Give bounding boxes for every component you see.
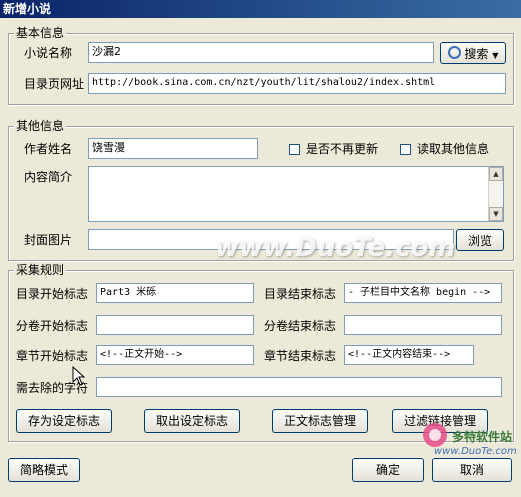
chapter-end-label: 章节结束标志 [264, 349, 337, 363]
search-icon [447, 46, 461, 59]
intro-scrollbar[interactable]: ▲ ▼ [488, 167, 503, 221]
cover-label: 封面图片 [24, 233, 73, 247]
rules-legend: 采集规则 [14, 263, 67, 277]
other-info-legend: 其他信息 [14, 119, 67, 133]
cancel-button[interactable]: 取消 [432, 458, 512, 482]
simple-mode-button[interactable]: 简略模式 [8, 458, 80, 482]
duote-logo-url: www.DuoTe.com [434, 446, 517, 457]
novel-name-label: 小说名称 [24, 46, 73, 60]
filter-links-button[interactable]: 过滤链接管理 [392, 409, 488, 433]
novel-name-input[interactable]: 沙漏2 [88, 42, 434, 63]
search-button[interactable]: 搜索 ▼ [440, 42, 506, 64]
toc-end-label: 目录结束标志 [264, 287, 337, 301]
read-other-label: 读取其他信息 [417, 142, 490, 156]
volume-end-input[interactable] [344, 315, 502, 335]
search-button-label: 搜索 [464, 47, 489, 61]
chevron-down-icon: ▼ [492, 51, 499, 60]
volume-start-label: 分卷开始标志 [16, 319, 89, 333]
ok-button[interactable]: 确定 [352, 458, 424, 482]
scroll-up-icon[interactable]: ▲ [489, 167, 503, 181]
author-input[interactable]: 饶雪漫 [88, 138, 258, 159]
manage-marks-button[interactable]: 正文标志管理 [272, 409, 368, 433]
remove-chars-input[interactable] [96, 377, 502, 397]
intro-textarea[interactable]: ▲ ▼ [88, 166, 504, 222]
browse-button[interactable]: 浏览 [456, 229, 504, 251]
volume-start-input[interactable] [96, 315, 254, 335]
url-label: 目录页网址 [24, 77, 85, 91]
cover-input[interactable] [88, 229, 454, 250]
mouse-cursor-icon [72, 366, 86, 386]
read-other-checkbox[interactable] [400, 144, 411, 155]
intro-label: 内容简介 [24, 170, 73, 184]
save-marks-button[interactable]: 存为设定标志 [16, 409, 112, 433]
scroll-down-icon[interactable]: ▼ [489, 207, 503, 221]
load-marks-button[interactable]: 取出设定标志 [144, 409, 240, 433]
toc-start-label: 目录开始标志 [16, 287, 89, 301]
chapter-start-input[interactable]: <!--正文开始--> [96, 345, 254, 365]
chapter-start-label: 章节开始标志 [16, 349, 89, 363]
url-input[interactable]: http://book.sina.com.cn/nzt/youth/lit/sh… [88, 73, 506, 94]
volume-end-label: 分卷结束标志 [264, 319, 337, 333]
window-title: 新增小说 [0, 0, 521, 18]
no-update-checkbox[interactable] [289, 144, 300, 155]
toc-start-input[interactable]: Part3 米砾 [96, 283, 254, 303]
toc-end-input[interactable]: - 子栏目中文名称 begin --> [344, 283, 502, 303]
author-label: 作者姓名 [24, 142, 73, 156]
chapter-end-input[interactable]: <!--正文内容结束--> [344, 345, 474, 365]
no-update-label: 是否不再更新 [306, 142, 379, 156]
basic-info-legend: 基本信息 [14, 26, 67, 40]
